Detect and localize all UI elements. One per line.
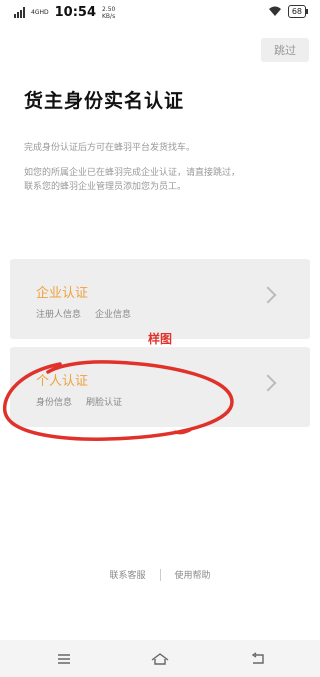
network-type: 4GHD <box>31 9 49 16</box>
card-item: 注册人信息 <box>36 310 82 320</box>
signal-icon <box>14 7 25 18</box>
network-speed: 2.50 KB/s <box>102 5 116 20</box>
card-title: 企业认证 <box>36 286 89 301</box>
help-link[interactable]: 使用帮助 <box>175 568 211 581</box>
contact-service-link[interactable]: 联系客服 <box>109 568 145 581</box>
sample-label: 样图 <box>148 332 173 346</box>
status-time: 10:54 <box>54 5 96 20</box>
card-item: 身份信息 <box>36 398 73 408</box>
personal-certification-card[interactable]: 个人认证 身份信息 刷脸认证 <box>10 347 310 427</box>
skip-button[interactable]: 跳过 <box>261 38 309 62</box>
wifi-icon <box>268 6 281 16</box>
status-bar: 4GHD 10:54 2.50 KB/s 68 <box>0 0 320 26</box>
menu-icon[interactable] <box>56 651 72 667</box>
card-item: 企业信息 <box>95 310 132 320</box>
company-certification-card[interactable]: 企业认证 注册人信息 企业信息 <box>10 259 310 339</box>
home-icon[interactable] <box>150 651 170 667</box>
card-subtitle: 身份信息 刷脸认证 <box>36 395 122 408</box>
chevron-right-icon <box>259 374 277 392</box>
system-nav-bar <box>0 640 320 677</box>
card-item: 刷脸认证 <box>86 398 123 408</box>
card-title: 个人认证 <box>36 374 89 389</box>
chevron-right-icon <box>259 286 277 304</box>
divider <box>159 568 161 581</box>
footer-links: 联系客服 使用帮助 <box>0 568 320 581</box>
description-text: 完成身份认证后方可在蜂羽平台发货找车。 <box>24 143 196 153</box>
description-note: 如您的所属企业已在蜂羽完成企业认证，请直接跳过， 联系您的蜂羽企业管理员添加您为… <box>24 168 241 192</box>
card-subtitle: 注册人信息 企业信息 <box>36 307 131 320</box>
back-icon[interactable] <box>250 651 266 667</box>
page-title: 货主身份实名认证 <box>24 90 185 112</box>
battery-indicator: 68 <box>287 5 309 18</box>
